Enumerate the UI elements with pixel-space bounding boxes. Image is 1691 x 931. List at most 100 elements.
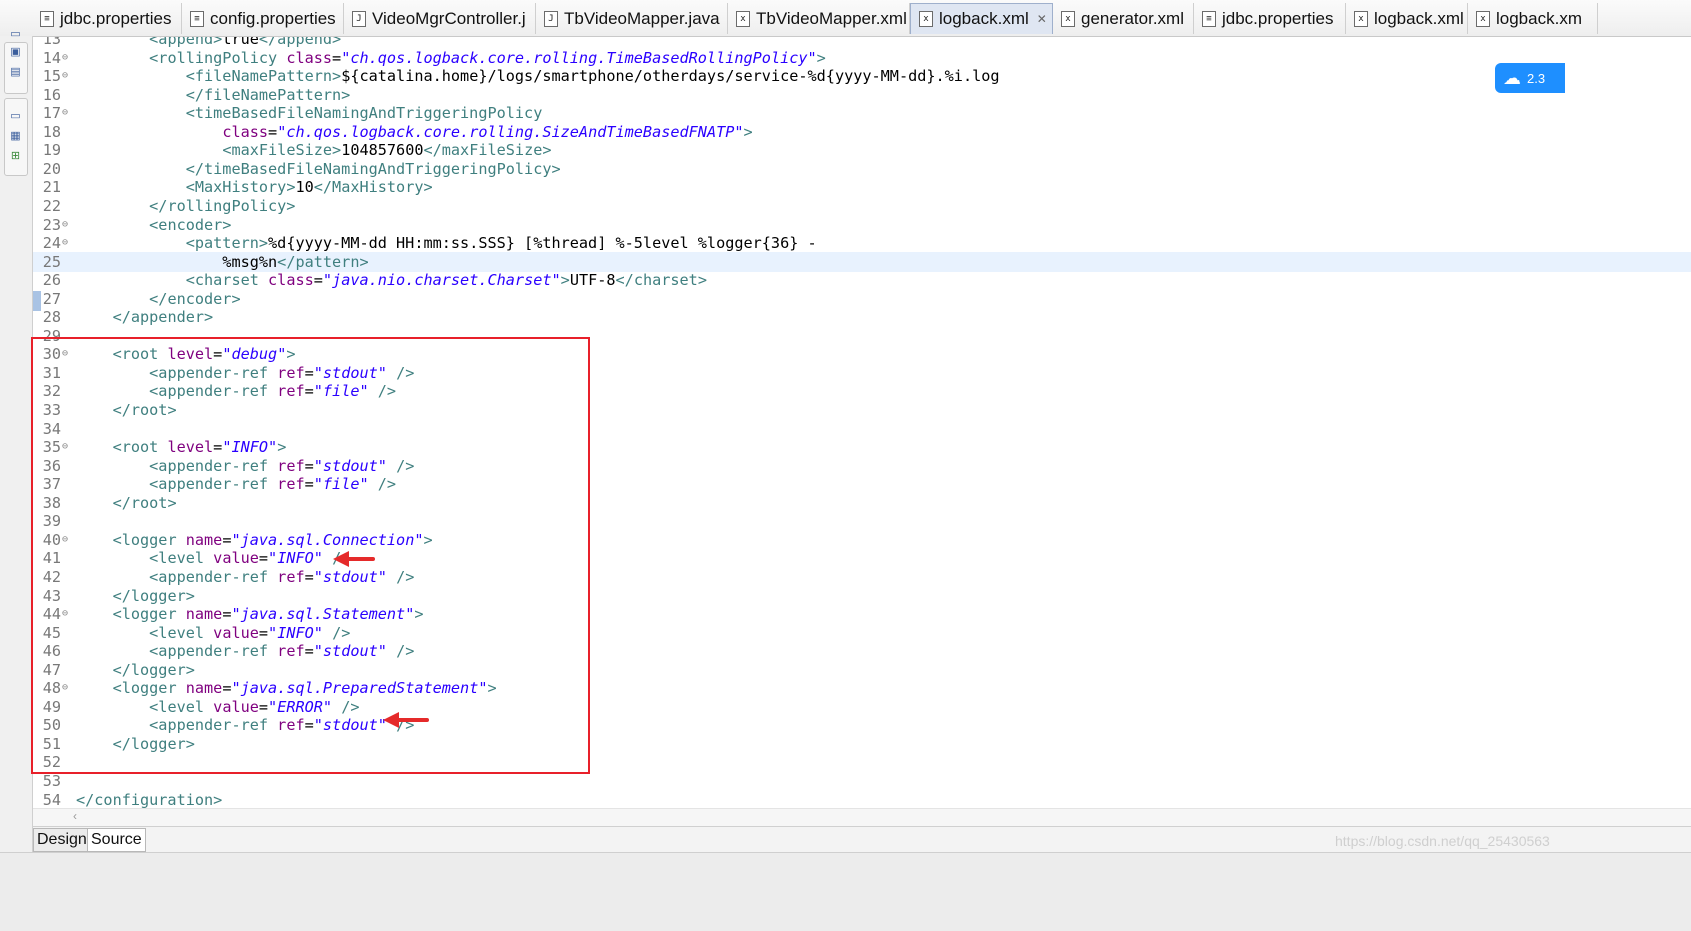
code-line[interactable]: 29 [33,326,1691,346]
code-text: <logger name="java.sql.PreparedStatement… [76,678,497,698]
code-line[interactable]: 41 <level value="INFO" /> [33,548,1691,568]
code-token: <appender-ref [149,363,278,382]
tab-logback-xml[interactable]: x logback.xml ✕ [910,3,1053,34]
code-line[interactable]: 46 <appender-ref ref="stdout" /> [33,641,1691,661]
code-line[interactable]: 47 </logger> [33,660,1691,680]
code-text: <appender-ref ref="stdout" /> [76,715,414,735]
restore-icon-2[interactable]: ▭ [9,110,22,122]
minimize-icon[interactable]: ▭ [9,28,22,40]
code-token: </configuration> [76,790,223,809]
tab-jdbc-properties[interactable]: ≡ jdbc.properties [1194,3,1346,34]
line-number: 26 [42,271,61,290]
line-number: 46 [42,642,61,661]
fold-toggle-icon[interactable]: ⊖ [62,66,68,86]
widget-label: 2.3 [1527,70,1546,86]
tab-source[interactable]: Source [87,828,146,852]
code-line[interactable]: 39 [33,511,1691,531]
tab-generator-xml[interactable]: x generator.xml [1053,3,1194,34]
code-line[interactable]: 21 <MaxHistory>10</MaxHistory> [33,177,1691,197]
code-line[interactable]: 50 <appender-ref ref="stdout" /> [33,715,1691,735]
code-line[interactable]: 48 ⊖ <logger name="java.sql.PreparedState… [33,678,1691,698]
line-number: 45 [42,623,61,642]
code-line[interactable]: 17 ⊖ <timeBasedFileNamingAndTriggeringPol… [33,103,1691,123]
code-line[interactable]: 27 </encoder> [33,289,1691,309]
close-icon[interactable]: ✕ [1037,12,1047,26]
code-line[interactable]: 34 [33,419,1691,439]
tab-logback-xml[interactable]: x logback.xml [1346,3,1468,34]
tab-jdbc-properties[interactable]: ≡ jdbc.properties [32,3,182,34]
code-token: </pattern> [277,252,369,271]
code-line[interactable]: 53 [33,771,1691,791]
fold-toggle-icon[interactable]: ⊖ [62,678,68,698]
code-line[interactable]: 45 <level value="INFO" /> [33,623,1691,643]
code-line[interactable]: 20 </timeBasedFileNamingAndTriggeringPol… [33,159,1691,179]
code-line[interactable]: 19 <maxFileSize>104857600</maxFileSize> [33,140,1691,160]
code-text: <charset class="java.nio.charset.Charset… [76,270,707,290]
line-number: 25 [42,252,61,271]
code-line[interactable]: 54 </configuration> [33,790,1691,810]
code-line[interactable]: 25 %msg%n</pattern> [33,251,1691,272]
code-line[interactable]: 37 <appender-ref ref="file" /> [33,474,1691,494]
code-line[interactable]: 26 <charset class="java.nio.charset.Char… [33,270,1691,290]
horizontal-scrollbar[interactable]: ‹ [33,808,1691,827]
tab-tbvideomapper-java[interactable]: J TbVideoMapper.java [536,3,728,34]
code-line[interactable]: 36 <appender-ref ref="stdout" /> [33,456,1691,476]
code-line[interactable]: 42 <appender-ref ref="stdout" /> [33,567,1691,587]
code-line[interactable]: 28 </appender> [33,307,1691,327]
code-line[interactable]: 33 </root> [33,400,1691,420]
code-line[interactable]: 31 <appender-ref ref="stdout" /> [33,363,1691,383]
fold-toggle-icon[interactable]: ⊖ [62,103,68,123]
code-line[interactable]: 38 </root> [33,493,1691,513]
tab-tbvideomapper-xml[interactable]: x TbVideoMapper.xml [728,3,910,34]
restore-icon[interactable]: ▣ [9,46,22,58]
fold-toggle-icon[interactable]: ⊖ [62,604,68,624]
fold-toggle-icon[interactable]: ⊖ [62,344,68,364]
code-line[interactable]: 43 </logger> [33,586,1691,606]
java-file-icon: J [544,10,558,27]
tab-design[interactable]: Design [33,828,91,852]
code-token: "INFO" [222,438,278,457]
fold-toggle-icon[interactable]: ⊖ [62,233,68,253]
code-line[interactable]: 49 <level value="ERROR" /> [33,697,1691,717]
hierarchy-icon[interactable]: ⊞ [9,150,22,162]
code-token: /> [386,456,415,475]
code-editor[interactable]: 13 <append>true</append> 14 ⊖ <rollingPoli… [33,37,1691,893]
code-line[interactable]: 14 ⊖ <rollingPolicy class="ch.qos.logback… [33,48,1691,68]
code-line[interactable]: 52 [33,752,1691,772]
tab-config-properties[interactable]: ≡ config.properties [182,3,344,34]
code-token: "java.sql.Connection" [231,530,424,549]
tab-videomgrcontroller-j[interactable]: J VideoMgrController.j [344,3,536,34]
code-line[interactable]: 40 ⊖ <logger name="java.sql.Connection"> [33,530,1691,550]
code-token: level [167,438,214,457]
package-explorer-icon[interactable]: ▤ [9,66,22,78]
fold-toggle-icon[interactable]: ⊖ [62,437,68,457]
code-token: "debug" [222,345,287,364]
fold-toggle-icon[interactable]: ⊖ [62,530,68,550]
code-line[interactable]: 30 ⊖ <root level="debug"> [33,344,1691,364]
code-token: class [268,271,314,290]
fold-toggle-icon[interactable]: ⊖ [62,215,68,235]
code-line[interactable]: 22 </rollingPolicy> [33,196,1691,216]
tab-logback-xm[interactable]: x logback.xm [1468,3,1598,34]
code-line[interactable]: 32 <appender-ref ref="file" /> [33,381,1691,401]
code-line[interactable]: 35 ⊖ <root level="INFO"> [33,437,1691,457]
code-line[interactable]: 51 </logger> [33,734,1691,754]
outline-icon[interactable]: ▦ [9,130,22,142]
code-token: /> [332,697,360,716]
code-token: <MaxHistory> [185,178,296,197]
code-line[interactable]: 18 class="ch.qos.logback.core.rolling.Si… [33,122,1691,142]
code-line[interactable]: 23 ⊖ <encoder> [33,215,1691,235]
code-line[interactable]: 44 ⊖ <logger name="java.sql.Statement"> [33,604,1691,624]
code-line[interactable]: 15 ⊖ <fileNamePattern>${catalina.home}/lo… [33,66,1691,86]
code-line[interactable]: 16 </fileNamePattern> [33,85,1691,105]
code-line[interactable]: 24 ⊖ <pattern>%d{yyyy-MM-dd HH:mm:ss.SSS}… [33,233,1691,253]
scroll-left-icon[interactable]: ‹ [73,809,77,823]
code-token: name [185,605,223,624]
fold-toggle-icon[interactable]: ⊖ [62,48,68,68]
code-text: <appender-ref ref="stdout" /> [76,363,414,383]
baidu-cloud-widget[interactable]: ☁ 2.3 [1495,63,1565,93]
